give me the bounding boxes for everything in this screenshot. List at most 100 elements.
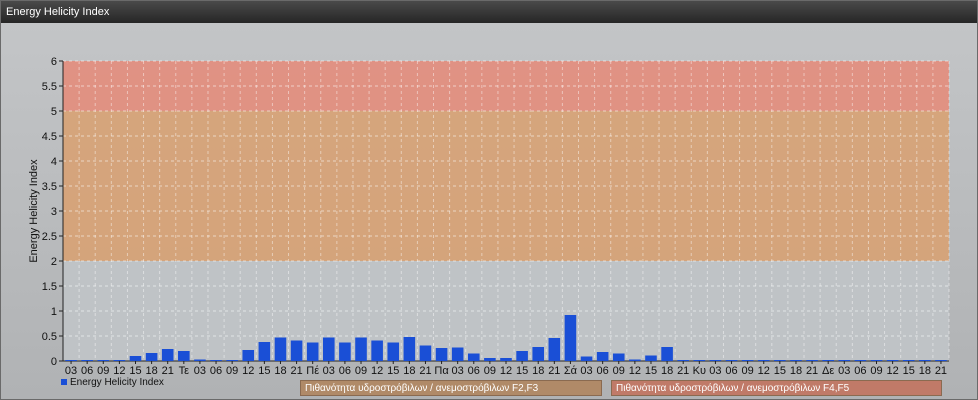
x-tick-label: 21 — [290, 365, 302, 377]
bar — [725, 360, 738, 361]
x-tick-label: 18 — [790, 365, 802, 377]
bar — [467, 353, 480, 361]
x-tick-label: 06 — [854, 365, 866, 377]
bar — [709, 360, 722, 361]
bar — [178, 351, 190, 361]
y-tick-label: 0.5 — [42, 331, 57, 343]
bar — [65, 360, 77, 361]
x-tick-label: 06 — [81, 365, 93, 377]
x-tick-label: 21 — [419, 365, 431, 377]
bar — [258, 342, 271, 361]
bar — [435, 348, 448, 361]
bar — [242, 350, 255, 361]
x-tick-label: 18 — [403, 365, 415, 377]
y-tick-label: 1.5 — [42, 281, 57, 293]
x-tick-label: 03 — [452, 365, 464, 377]
x-tick-label: 15 — [387, 365, 399, 377]
x-tick-label: 03 — [65, 365, 77, 377]
x-tick-label: 09 — [226, 365, 238, 377]
bar — [484, 358, 496, 361]
bar — [935, 360, 947, 361]
x-tick-label: Τε — [179, 365, 190, 377]
bar — [339, 342, 351, 361]
x-tick-label: 12 — [629, 365, 641, 377]
bar — [290, 340, 303, 361]
bar — [854, 360, 867, 361]
x-tick-label: 03 — [838, 365, 850, 377]
bar — [677, 360, 689, 361]
bar — [226, 360, 238, 361]
x-tick-label: 09 — [355, 365, 367, 377]
x-tick-label: 21 — [935, 365, 947, 377]
bar — [757, 360, 770, 361]
x-tick-label: 03 — [580, 365, 592, 377]
x-tick-label: 12 — [371, 365, 383, 377]
y-tick-label: 5.5 — [42, 81, 57, 93]
x-tick-label: 18 — [145, 365, 157, 377]
y-tick-label: 2.5 — [42, 231, 57, 243]
x-tick-label: 12 — [886, 365, 898, 377]
y-tick-label: 3 — [51, 206, 57, 218]
legend[interactable]: Energy Helicity Index — [61, 377, 164, 388]
bar — [355, 337, 367, 361]
x-tick-label: 21 — [677, 365, 689, 377]
x-tick-label: 15 — [258, 365, 270, 377]
band-label-f2-f3[interactable]: Πιθανότητα υδροστρόβιλων / ανεμοστρόβιλω… — [300, 380, 602, 396]
x-tick-label: 21 — [162, 365, 174, 377]
bar — [693, 360, 706, 361]
y-tick-label: 0 — [51, 356, 57, 368]
x-tick-label: Πα — [434, 365, 449, 377]
bar — [113, 360, 126, 361]
bar — [629, 359, 641, 361]
band-label-f4-f5[interactable]: Πιθανότητα υδροστρόβιλων / ανεμοστρόβιλω… — [611, 380, 942, 396]
x-tick-label: Δε — [822, 365, 834, 377]
x-tick-label: 12 — [758, 365, 770, 377]
bar — [306, 342, 319, 361]
x-tick-label: 18 — [532, 365, 544, 377]
x-tick-label: 15 — [774, 365, 786, 377]
bar — [612, 353, 625, 361]
x-tick-label: 12 — [113, 365, 125, 377]
bar — [870, 360, 883, 361]
x-tick-label: 15 — [903, 365, 915, 377]
bar — [161, 349, 174, 361]
bar — [500, 358, 512, 361]
y-tick-label: 4 — [51, 156, 57, 168]
x-tick-label: 09 — [97, 365, 109, 377]
x-tick-label: 21 — [806, 365, 818, 377]
x-tick-label: 03 — [323, 365, 335, 377]
bar — [919, 360, 931, 361]
bar — [451, 347, 464, 361]
bar — [741, 360, 754, 361]
bar — [548, 338, 561, 361]
y-axis-label: Energy Helicity Index — [28, 159, 40, 263]
bar — [822, 360, 834, 361]
bar — [210, 360, 222, 361]
bar — [516, 351, 528, 361]
x-tick-label: 12 — [242, 365, 254, 377]
x-tick-label: 06 — [597, 365, 609, 377]
bar — [145, 353, 158, 361]
x-tick-label: 21 — [548, 365, 560, 377]
y-tick-label: 5 — [51, 106, 57, 118]
y-tick-label: 3.5 — [42, 181, 57, 193]
bar — [274, 337, 287, 361]
bar — [371, 340, 383, 361]
x-tick-label: 09 — [870, 365, 882, 377]
bar — [645, 355, 657, 361]
bar — [806, 360, 818, 361]
bar — [661, 347, 673, 361]
bar — [564, 315, 577, 361]
x-tick-label: 09 — [742, 365, 754, 377]
x-tick-label: 06 — [210, 365, 222, 377]
bar — [97, 360, 110, 361]
bar — [194, 359, 206, 361]
x-tick-label: 12 — [500, 365, 512, 377]
x-tick-label: 09 — [484, 365, 496, 377]
y-tick-label: 6 — [51, 56, 57, 68]
bar — [774, 360, 786, 361]
chart-window: Energy Helicity Index 0 0.5 1 1.5 2 2.5 3 3.5 4 4… — [0, 0, 978, 400]
legend-swatch — [61, 379, 67, 386]
y-tick-label: 1 — [51, 306, 57, 318]
x-tick-label: 06 — [725, 365, 737, 377]
